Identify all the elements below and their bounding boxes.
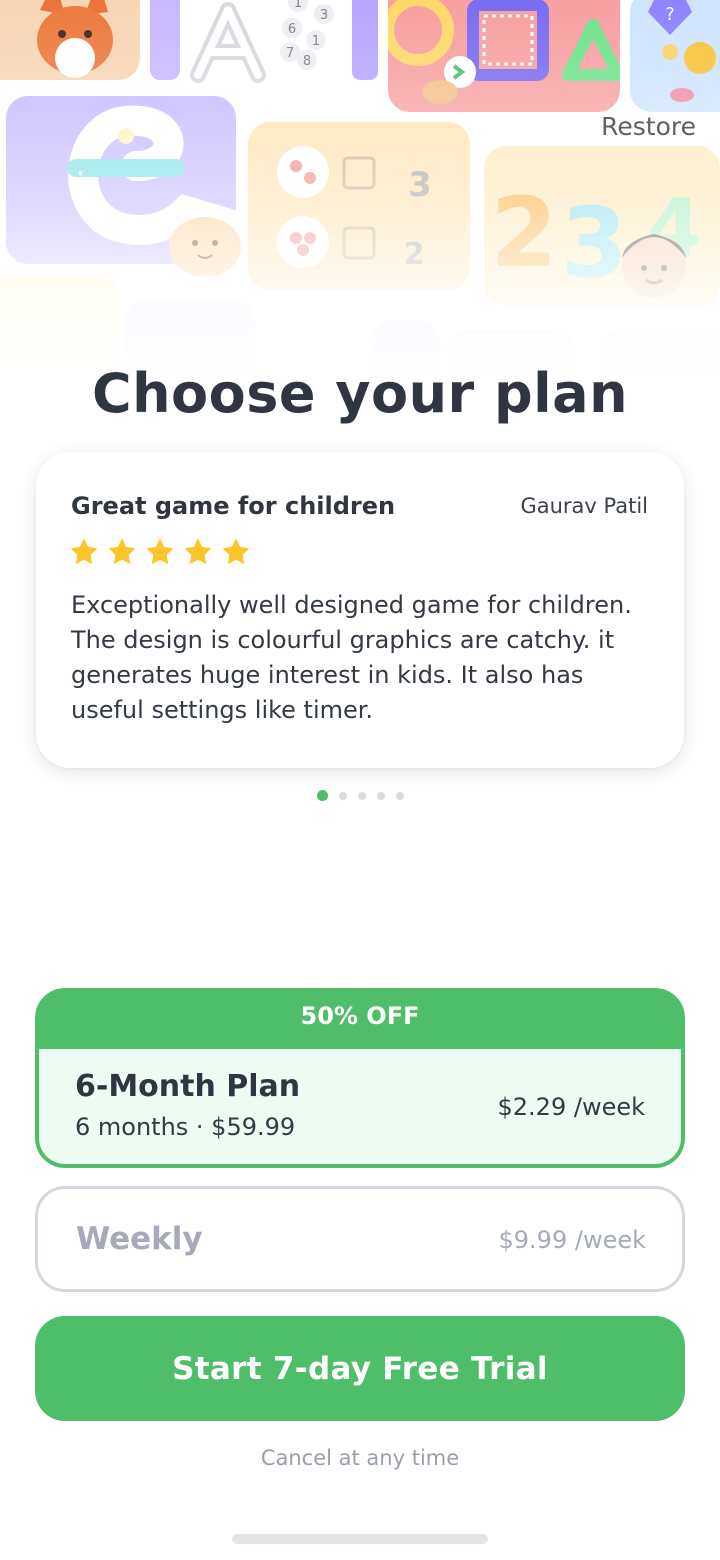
blob-character-icon — [169, 217, 241, 277]
star-rating — [68, 536, 252, 568]
home-indicator[interactable] — [232, 1534, 488, 1544]
start-trial-button[interactable]: Start 7-day Free Trial — [35, 1316, 685, 1421]
plan-name: Weekly — [76, 1221, 203, 1257]
number-bubbles-icon: 1 3 6 1 7 8 — [280, 0, 334, 70]
purple-thumbnail-2 — [352, 0, 378, 80]
pager-dot-1[interactable] — [316, 790, 328, 801]
glyph-number-2: 2 — [404, 237, 425, 272]
star-icon — [146, 538, 174, 565]
pager-dot-4[interactable] — [376, 791, 385, 800]
gems-icon: ? — [648, 0, 716, 102]
glyph-digit-3: 6 — [288, 22, 296, 37]
star-icon — [222, 538, 250, 565]
gems-thumbnail: ? — [630, 0, 720, 112]
restore-button[interactable]: Restore — [601, 112, 696, 141]
star-icon — [70, 538, 98, 565]
letter-a-thumbnail — [178, 0, 278, 90]
number-bubbles-thumbnail: 1 3 6 1 7 8 — [280, 0, 350, 90]
glyph-number-big-2: 2 — [491, 177, 558, 289]
svg-text:?: ? — [665, 4, 675, 25]
review-pager — [0, 790, 720, 801]
pager-dot-3[interactable] — [357, 791, 366, 800]
glyph-digit-1: 1 — [294, 0, 302, 11]
glyph-number-3: 3 — [408, 165, 432, 205]
plan-price: $9.99 /week — [498, 1226, 646, 1254]
review-card[interactable]: Great game for children Gaurav Patil Exc… — [36, 452, 684, 768]
letter-a-icon — [190, 2, 266, 83]
big-numbers-thumbnail: 2 3 4 — [484, 146, 720, 306]
cancel-note: Cancel at any time — [260, 1446, 460, 1470]
counting-thumbnail: 3 2 — [248, 122, 470, 290]
glyph-digit-5: 7 — [286, 46, 294, 61]
plan-option-6-month-body: 6-Month Plan 6 months · $59.99 $2.29 /we… — [39, 1049, 681, 1164]
plan-option-weekly[interactable]: Weekly $9.99 /week — [35, 1186, 685, 1292]
discount-badge: 50% OFF — [300, 1002, 420, 1030]
review-body: Exceptionally well designed game for chi… — [71, 591, 632, 724]
review-title: Great game for children — [71, 492, 396, 520]
plan-price: $2.29 /week — [497, 1093, 645, 1121]
purple-thumbnail — [150, 0, 180, 80]
pager-dot-5[interactable] — [395, 791, 404, 800]
plan-name: 6-Month Plan — [75, 1069, 301, 1104]
glyph-number-big-3: 3 — [561, 187, 628, 299]
shapes-icon — [388, 0, 620, 104]
fox-icon — [37, 0, 113, 78]
blob-character — [160, 205, 250, 285]
star-icon — [108, 538, 136, 565]
review-author: Gaurav Patil — [520, 494, 648, 518]
glyph-digit-6: 8 — [303, 54, 311, 69]
plan-option-6-month[interactable]: 50% OFF 6-Month Plan 6 months · $59.99 $… — [35, 988, 685, 1168]
glyph-digit-4: 1 — [312, 34, 320, 49]
page-title: Choose your plan — [91, 362, 629, 425]
plan-subtitle: 6 months · $59.99 — [75, 1113, 296, 1141]
shapes-thumbnail — [388, 0, 620, 112]
glyph-digit-2: 3 — [320, 8, 328, 23]
fox-thumbnail — [0, 0, 140, 80]
hero-collage: 1 3 6 1 7 8 ? 3 2 2 3 4 — [0, 0, 720, 400]
counting-icon: 3 2 — [277, 146, 432, 272]
paywall-screen: 1 3 6 1 7 8 ? 3 2 2 3 4 Restore Choose y… — [0, 0, 720, 1560]
big-numbers-icon: 2 3 4 — [491, 177, 702, 299]
star-icon — [184, 538, 212, 565]
pager-dot-2[interactable] — [338, 791, 347, 800]
